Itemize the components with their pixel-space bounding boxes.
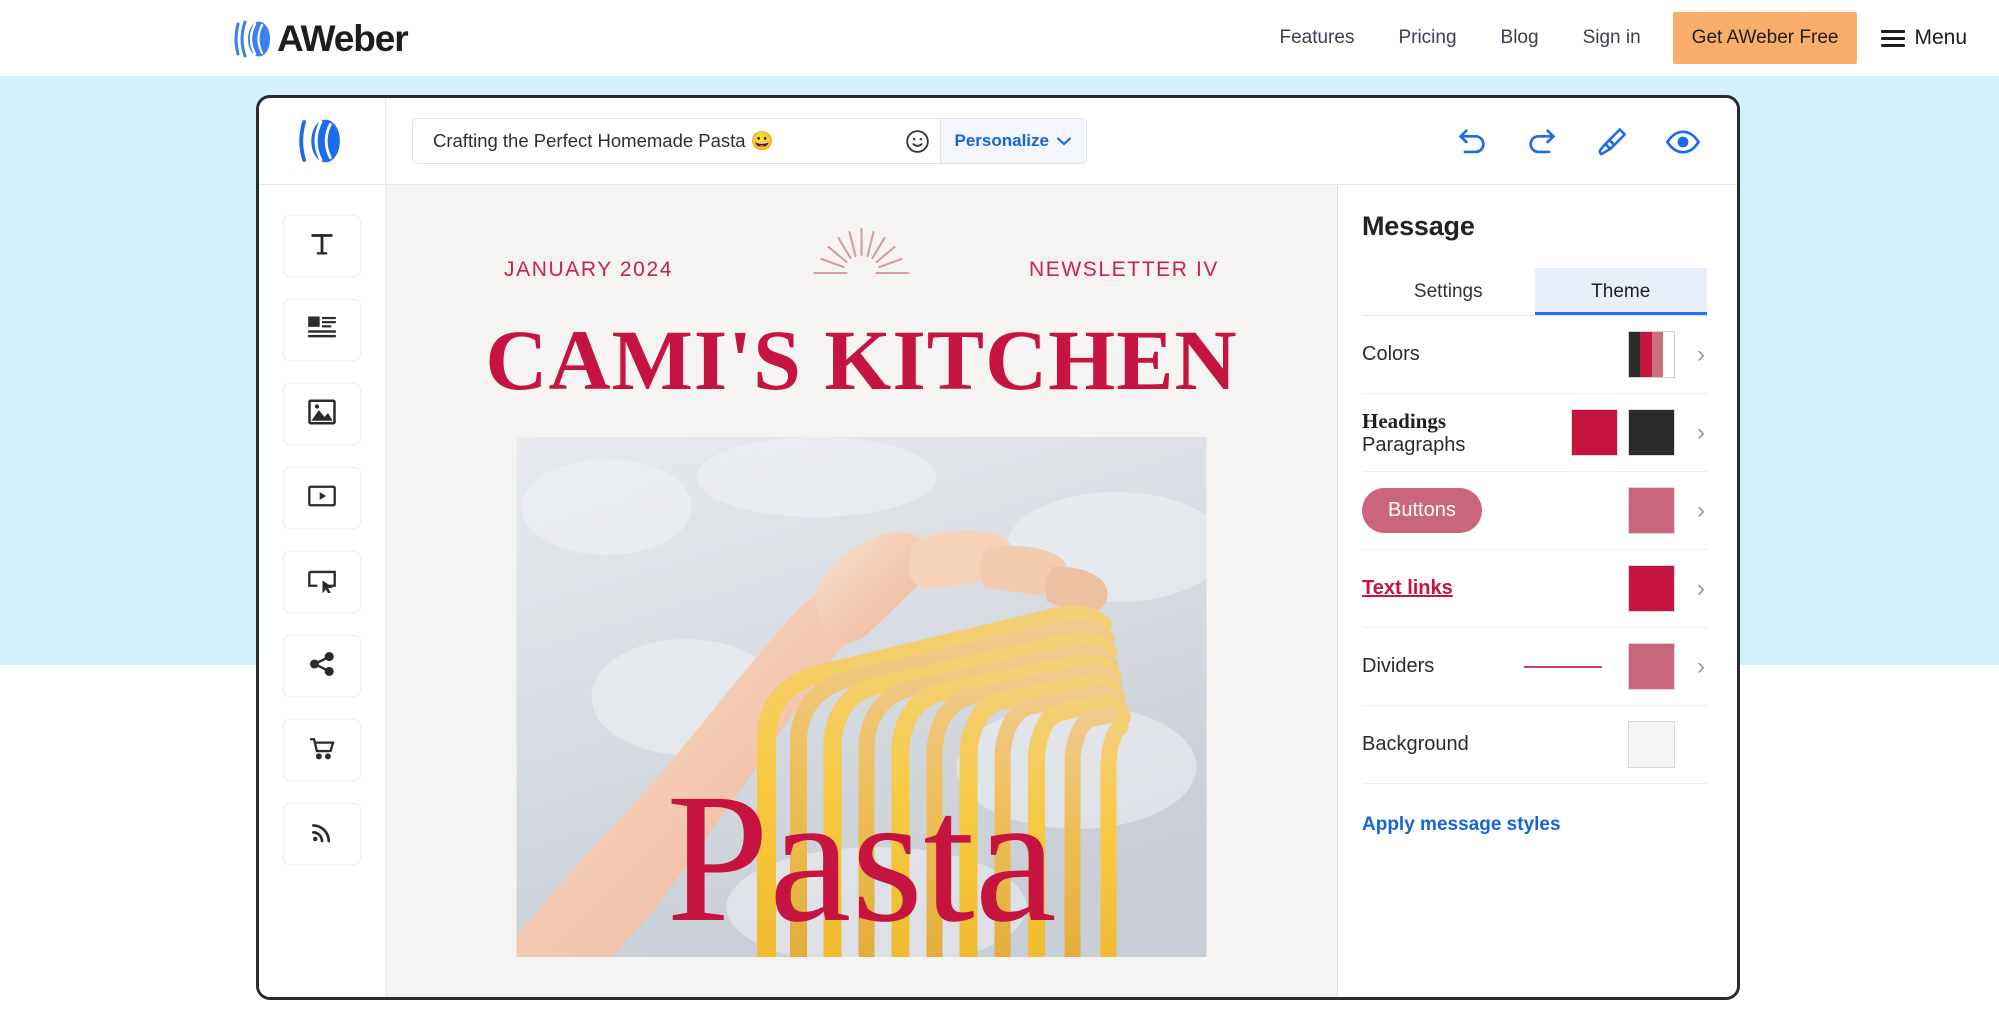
brand-wordmark: AWeber [277, 18, 409, 59]
video-block-button[interactable] [283, 467, 361, 529]
menu-label: Menu [1914, 26, 1967, 49]
primary-nav: Features Pricing Blog Sign in Get AWeber… [1257, 0, 1999, 76]
email-canvas[interactable]: JANUARY 2024 NEWSLETTER IV CAMI'S KITCHE… [386, 185, 1337, 997]
site-header: AWeber Features Pricing Blog Sign in Get… [0, 0, 1999, 76]
nav-link-sign-in[interactable]: Sign in [1561, 0, 1663, 76]
editor-logo-icon[interactable] [259, 98, 386, 185]
product-block-button[interactable] [283, 719, 361, 781]
tab-settings[interactable]: Settings [1362, 268, 1535, 315]
chevron-right-icon: › [1697, 340, 1705, 368]
image-icon [307, 398, 337, 431]
typography-swatches[interactable] [1571, 409, 1675, 456]
content-blocks-rail [259, 185, 386, 997]
divider-preview [1524, 665, 1602, 668]
background-color-swatch[interactable] [1628, 721, 1675, 768]
aweber-mark-icon [232, 18, 274, 60]
buttons-preview: Buttons [1362, 488, 1628, 533]
button-color-swatch[interactable] [1628, 487, 1675, 534]
newsletter-issue: NEWSLETTER IV [1029, 258, 1219, 281]
page-root: AWeber Features Pricing Blog Sign in Get… [0, 0, 1999, 1035]
paragraphs-label: Paragraphs [1362, 433, 1466, 456]
button-icon [307, 567, 337, 598]
editor-actions [1455, 98, 1701, 185]
newsletter-content: JANUARY 2024 NEWSLETTER IV CAMI'S KITCHE… [386, 185, 1337, 997]
buttons-label: Buttons [1362, 488, 1482, 533]
rss-block-button[interactable] [283, 803, 361, 865]
theme-row-dividers[interactable]: Dividers › [1362, 628, 1707, 706]
redo-icon[interactable] [1525, 125, 1559, 159]
subject-input[interactable]: Crafting the Perfect Homemade Pasta 😀 [413, 130, 896, 152]
text-with-image-block-button[interactable] [283, 299, 361, 361]
dividers-label: Dividers [1362, 655, 1435, 677]
colors-palette-swatch[interactable] [1628, 331, 1675, 378]
paintbrush-icon[interactable] [1595, 125, 1629, 159]
editor-toolbar: Crafting the Perfect Homemade Pasta 😀 Pe… [259, 98, 1737, 185]
email-editor-window: Crafting the Perfect Homemade Pasta 😀 Pe… [256, 95, 1740, 1000]
text-icon [308, 230, 336, 263]
hero-word: Pasta [666, 756, 1057, 957]
image-block-button[interactable] [283, 383, 361, 445]
nav-link-pricing[interactable]: Pricing [1376, 0, 1478, 76]
subject-line-field[interactable]: Crafting the Perfect Homemade Pasta 😀 Pe… [412, 118, 1087, 164]
theme-row-buttons[interactable]: Buttons › [1362, 472, 1707, 550]
chevron-right-icon: › [1697, 574, 1705, 602]
text-links-preview: Text links [1362, 577, 1628, 600]
preview-eye-icon[interactable] [1665, 124, 1701, 160]
newsletter-date: JANUARY 2024 [504, 258, 674, 281]
newsletter-title: CAMI'S KITCHEN [485, 312, 1238, 408]
personalize-dropdown[interactable]: Personalize [939, 119, 1085, 163]
editor-body: JANUARY 2024 NEWSLETTER IV CAMI'S KITCHE… [259, 185, 1737, 997]
message-settings-panel: Message Settings Theme Colors › Headings… [1337, 185, 1737, 997]
nav-link-features[interactable]: Features [1257, 0, 1376, 76]
get-aweber-free-button[interactable]: Get AWeber Free [1672, 12, 1858, 64]
panel-tabs: Settings Theme [1362, 268, 1707, 316]
divider-color-swatch[interactable] [1628, 643, 1675, 690]
hero-image-block[interactable]: Pasta [516, 437, 1207, 957]
social-share-block-button[interactable] [283, 635, 361, 697]
text-links-label: Text links [1362, 577, 1453, 599]
aweber-logo[interactable]: AWeber [232, 18, 409, 60]
text-block-button[interactable] [283, 215, 361, 277]
undo-icon[interactable] [1455, 125, 1489, 159]
theme-row-colors[interactable]: Colors › [1362, 316, 1707, 394]
headings-label: Headings [1362, 408, 1447, 433]
video-icon [307, 483, 337, 514]
cart-icon [307, 734, 337, 767]
chevron-right-icon: › [1697, 496, 1705, 524]
colors-label: Colors [1362, 343, 1420, 365]
menu-button[interactable]: Menu [1881, 26, 1967, 50]
personalize-label: Personalize [954, 131, 1050, 150]
share-icon [308, 650, 336, 683]
heading-color-swatch[interactable] [1571, 409, 1618, 456]
chevron-right-icon: › [1697, 418, 1705, 446]
panel-title: Message [1362, 211, 1475, 241]
text-link-color-swatch[interactable] [1628, 565, 1675, 612]
theme-row-background[interactable]: Background › [1362, 706, 1707, 784]
button-block-button[interactable] [283, 551, 361, 613]
chevron-down-icon [1057, 137, 1071, 145]
apply-message-styles-link[interactable]: Apply message styles [1362, 814, 1707, 836]
background-label: Background [1362, 733, 1469, 755]
rss-icon [308, 818, 336, 851]
hamburger-icon [1881, 29, 1906, 47]
chevron-right-icon: › [1697, 652, 1705, 680]
theme-row-typography[interactable]: Headings Paragraphs › [1362, 394, 1707, 472]
article-icon [307, 314, 337, 347]
tab-theme[interactable]: Theme [1534, 268, 1707, 315]
theme-row-text-links[interactable]: Text links › [1362, 550, 1707, 628]
typography-labels: Headings Paragraphs [1362, 409, 1571, 457]
sunburst-icon [802, 221, 922, 290]
nav-link-blog[interactable]: Blog [1479, 0, 1561, 76]
emoji-picker-icon[interactable] [896, 128, 940, 155]
paragraph-color-swatch[interactable] [1628, 409, 1675, 456]
newsletter-meta-row: JANUARY 2024 NEWSLETTER IV [386, 227, 1337, 303]
